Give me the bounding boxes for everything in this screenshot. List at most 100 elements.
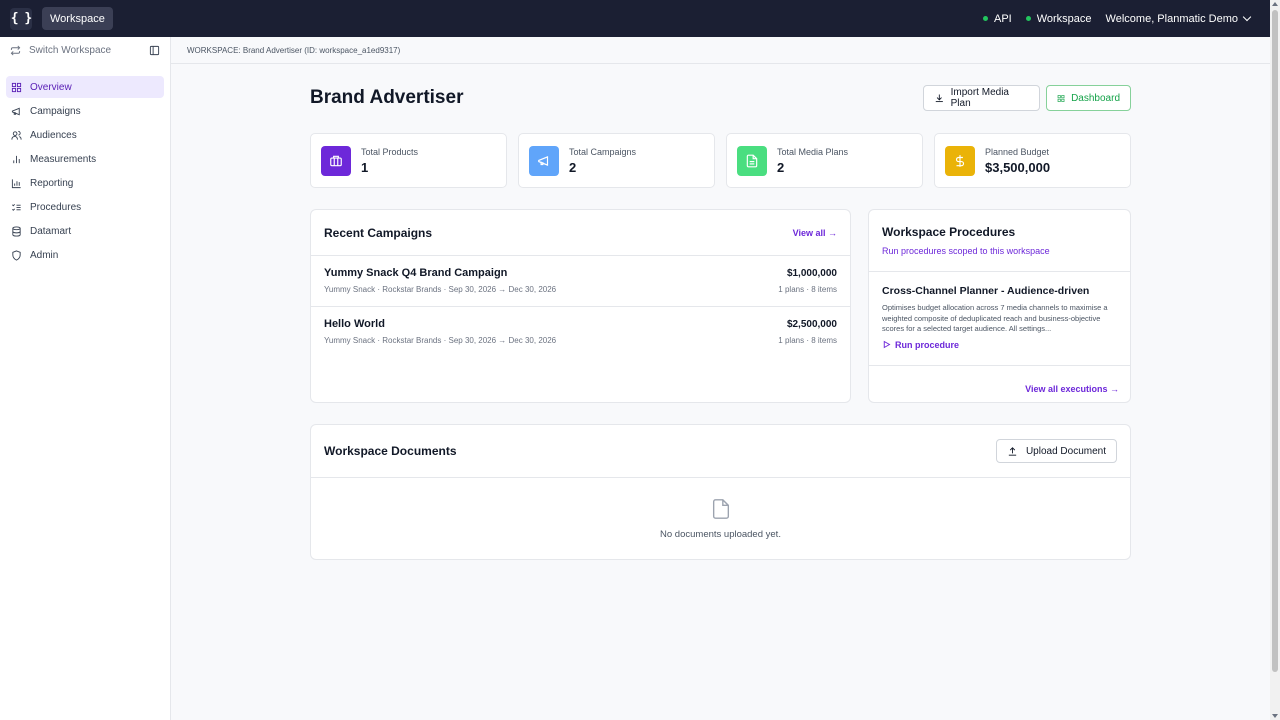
view-all-executions-link[interactable]: View all executions →	[1025, 384, 1119, 394]
import-media-plan-button[interactable]: Import Media Plan	[923, 85, 1040, 111]
sidebar-item-procedures[interactable]: Procedures	[6, 196, 164, 218]
workspace-status: Workspace	[1025, 12, 1092, 25]
run-procedure-link[interactable]: Run procedure	[882, 340, 1117, 350]
stat-card-products: Total Products 1	[310, 133, 507, 188]
briefcase-icon	[321, 145, 351, 176]
sidebar-item-label: Audiences	[30, 129, 77, 141]
bar-chart-icon	[13, 155, 20, 163]
campaign-name: Hello World	[324, 318, 385, 330]
run-procedure-label: Run procedure	[895, 339, 960, 350]
sidebar-item-campaigns[interactable]: Campaigns	[6, 100, 164, 122]
procedures-subtitle: Run procedures scoped to this workspace	[882, 246, 1050, 256]
chevron-down-icon	[1242, 12, 1252, 22]
sidebar-collapse-icon[interactable]	[149, 45, 160, 56]
sidebar-item-label: Measurements	[30, 153, 97, 165]
document-icon	[737, 145, 767, 176]
api-status-label: API	[993, 12, 1012, 25]
megaphone-icon	[11, 107, 20, 115]
campaign-counts: 1 plans · 8 items	[778, 285, 837, 294]
campaign-counts: 1 plans · 8 items	[778, 336, 837, 345]
switch-workspace-label: Switch Workspace	[29, 44, 112, 56]
sidebar: Switch Workspace Overview Campaigns Audi…	[0, 37, 171, 720]
dollar-icon	[945, 145, 975, 176]
scroll-thumb[interactable]	[1272, 10, 1278, 672]
stat-label: Planned Budget	[985, 146, 1050, 157]
sidebar-item-measurements[interactable]: Measurements	[6, 148, 164, 170]
sidebar-item-audiences[interactable]: Audiences	[6, 124, 164, 146]
user-menu[interactable]: Welcome, Planmatic Demo	[1105, 12, 1252, 25]
page-scrollbar[interactable]	[1270, 0, 1280, 720]
app-logo[interactable]: { }	[10, 7, 32, 30]
campaign-meta: Yummy Snack · Rockstar Brands · Sep 30, …	[324, 336, 557, 345]
procedure-description: Optimises budget allocation across 7 med…	[882, 303, 1108, 333]
stat-value: 1	[361, 159, 369, 175]
sidebar-item-overview[interactable]: Overview	[6, 76, 164, 98]
dashboard-button[interactable]: Dashboard	[1046, 85, 1131, 111]
shield-icon	[12, 249, 21, 261]
sidebar-item-reporting[interactable]: Reporting	[6, 172, 164, 194]
scroll-down-arrow-icon[interactable]	[1272, 714, 1278, 718]
list-checks-icon	[12, 203, 21, 211]
workspace-documents-card: Workspace Documents Upload Document No d…	[310, 424, 1131, 560]
sidebar-item-label: Reporting	[30, 177, 74, 189]
page-title: Brand Advertiser	[310, 87, 464, 108]
chart-icon	[11, 178, 21, 188]
scroll-up-arrow-icon[interactable]	[1272, 2, 1278, 6]
procedures-title: Workspace Procedures	[882, 225, 1016, 239]
upload-icon	[1008, 446, 1017, 456]
play-icon	[883, 340, 891, 349]
stat-label: Total Media Plans	[777, 146, 849, 157]
campaign-name: Yummy Snack Q4 Brand Campaign	[324, 267, 508, 279]
recent-campaigns-card: Recent Campaigns View all → Yummy Snack …	[310, 209, 851, 403]
top-bar: { } Workspace API Workspace Welcome, Pla…	[0, 0, 1270, 37]
breadcrumb: WORKSPACE: Brand Advertiser (ID: workspa…	[171, 37, 1270, 64]
top-right-area: API Workspace Welcome, Planmatic Demo	[982, 12, 1252, 25]
view-all-campaigns-link[interactable]: View all →	[793, 228, 837, 238]
user-greeting: Welcome, Planmatic Demo	[1105, 12, 1238, 25]
documents-title: Workspace Documents	[324, 444, 457, 458]
download-icon	[935, 94, 943, 102]
procedure-item: Cross-Channel Planner - Audience-driven …	[869, 272, 1130, 366]
campaign-row[interactable]: Hello World Yummy Snack · Rockstar Brand…	[311, 307, 850, 358]
api-status: API	[982, 12, 1012, 25]
grid-icon	[1057, 94, 1065, 102]
sidebar-nav: Overview Campaigns Audiences Measurement…	[0, 76, 170, 266]
documents-empty-state: No documents uploaded yet.	[311, 478, 1130, 540]
stat-label: Total Campaigns	[569, 146, 637, 157]
recent-campaigns-title: Recent Campaigns	[324, 225, 433, 240]
database-icon	[12, 225, 21, 237]
upload-document-label: Upload Document	[1025, 445, 1106, 457]
campaign-row[interactable]: Yummy Snack Q4 Brand Campaign Yummy Snac…	[311, 256, 850, 307]
workspace-status-label: Workspace	[1036, 12, 1092, 25]
switch-icon	[10, 45, 21, 55]
stat-card-media-plans: Total Media Plans 2	[726, 133, 923, 188]
procedure-name: Cross-Channel Planner - Audience-driven	[882, 285, 1090, 297]
sidebar-item-label: Admin	[30, 249, 59, 261]
stat-value: 2	[777, 159, 785, 175]
campaign-meta: Yummy Snack · Rockstar Brands · Sep 30, …	[324, 285, 557, 294]
workspace-pill[interactable]: Workspace	[42, 7, 113, 30]
megaphone-icon	[529, 145, 559, 176]
status-dot-icon	[982, 16, 988, 21]
sidebar-item-label: Procedures	[30, 201, 82, 213]
sidebar-item-admin[interactable]: Admin	[6, 244, 164, 266]
campaign-amount: $1,000,000	[786, 268, 837, 279]
users-icon	[11, 130, 22, 140]
status-dot-icon	[1025, 16, 1031, 21]
stat-value: 2	[569, 159, 577, 175]
sidebar-item-datamart[interactable]: Datamart	[6, 220, 164, 242]
stat-card-campaigns: Total Campaigns 2	[518, 133, 715, 188]
grid-icon	[11, 82, 22, 92]
switch-workspace-row[interactable]: Switch Workspace	[0, 37, 170, 63]
stat-label: Total Products	[361, 146, 419, 157]
sidebar-item-label: Campaigns	[30, 105, 81, 117]
campaign-amount: $2,500,000	[786, 319, 837, 330]
documents-empty-text: No documents uploaded yet.	[660, 529, 781, 540]
import-media-plan-label: Import Media Plan	[950, 87, 1009, 109]
stat-value: $3,500,000	[985, 159, 1051, 175]
sidebar-item-label: Overview	[30, 81, 72, 93]
sidebar-item-label: Datamart	[30, 225, 72, 237]
file-icon	[712, 499, 729, 519]
upload-document-button[interactable]: Upload Document	[995, 439, 1117, 463]
stat-card-budget: Planned Budget $3,500,000	[934, 133, 1131, 188]
